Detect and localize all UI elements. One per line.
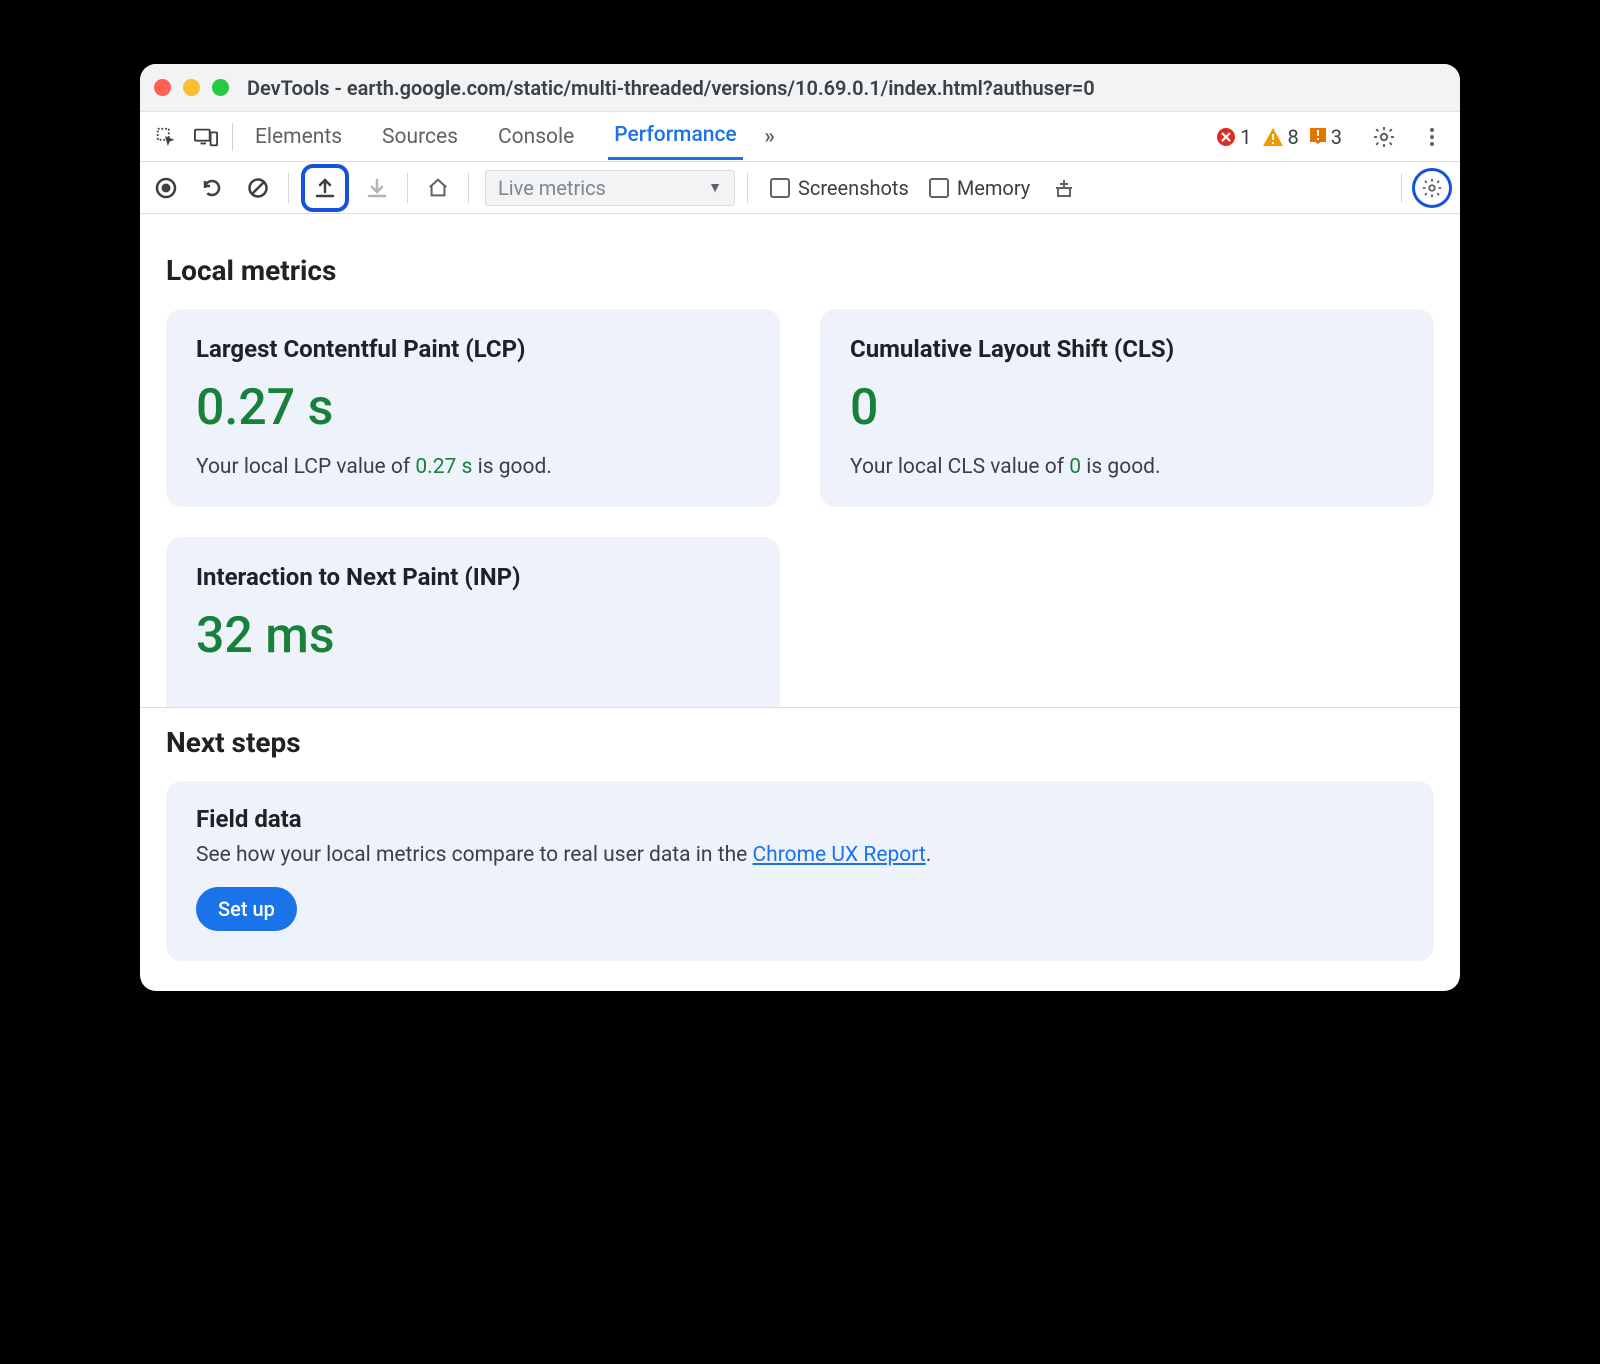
- highlighted-upload-button: [301, 164, 349, 212]
- field-data-card: Field data See how your local metrics co…: [166, 781, 1434, 961]
- tab-console[interactable]: Console: [492, 115, 580, 159]
- cls-card: Cumulative Layout Shift (CLS) 0 Your loc…: [820, 309, 1434, 507]
- window-fullscreen-button[interactable]: [212, 79, 229, 96]
- screenshots-label: Screenshots: [798, 176, 909, 200]
- panel-tabs-bar: Elements Sources Console Performance » 1…: [140, 112, 1460, 162]
- set-up-button[interactable]: Set up: [196, 887, 297, 931]
- divider: [1401, 173, 1402, 203]
- section-divider: [140, 707, 1460, 708]
- window-minimize-button[interactable]: [183, 79, 200, 96]
- issue-count: 3: [1331, 125, 1342, 149]
- titlebar: DevTools - earth.google.com/static/multi…: [140, 64, 1460, 112]
- screenshots-checkbox[interactable]: Screenshots: [770, 176, 909, 200]
- tab-sources[interactable]: Sources: [376, 115, 464, 159]
- inspect-element-icon[interactable]: [146, 117, 186, 157]
- cls-description: Your local CLS value of 0 is good.: [850, 455, 1404, 479]
- metrics-row-1: Largest Contentful Paint (LCP) 0.27 s Yo…: [166, 309, 1434, 507]
- settings-gear-icon[interactable]: [1364, 117, 1404, 157]
- field-data-description: See how your local metrics compare to re…: [196, 843, 1404, 867]
- performance-panel-content: Local metrics Largest Contentful Paint (…: [140, 214, 1460, 991]
- metrics-row-2: Interaction to Next Paint (INP) 32 ms: [166, 537, 1434, 707]
- device-toolbar-icon[interactable]: [186, 117, 226, 157]
- cls-title: Cumulative Layout Shift (CLS): [850, 335, 1404, 363]
- divider: [747, 173, 748, 203]
- lcp-card: Largest Contentful Paint (LCP) 0.27 s Yo…: [166, 309, 780, 507]
- lcp-description: Your local LCP value of 0.27 s is good.: [196, 455, 750, 479]
- home-icon[interactable]: [420, 170, 456, 206]
- collect-garbage-icon[interactable]: [1046, 170, 1082, 206]
- error-count: 1: [1240, 125, 1251, 149]
- divider: [468, 173, 469, 203]
- field-data-title: Field data: [196, 805, 1404, 833]
- tab-elements[interactable]: Elements: [249, 115, 348, 159]
- checkbox-icon: [929, 178, 949, 198]
- issue-flag-icon: [1309, 127, 1327, 147]
- warning-count: 8: [1288, 125, 1299, 149]
- window-close-button[interactable]: [154, 79, 171, 96]
- highlighted-settings-button: [1412, 168, 1452, 208]
- download-profile-button[interactable]: [359, 170, 395, 206]
- devtools-window: DevTools - earth.google.com/static/multi…: [140, 64, 1460, 991]
- performance-toolbar: Live metrics ▼ Screenshots Memory: [140, 162, 1460, 214]
- reload-record-button[interactable]: [194, 170, 230, 206]
- issues-summary[interactable]: 1 8 3: [1216, 125, 1348, 149]
- memory-label: Memory: [957, 176, 1030, 200]
- inp-title: Interaction to Next Paint (INP): [196, 563, 750, 591]
- more-tabs-button[interactable]: »: [753, 125, 789, 149]
- live-metrics-selector[interactable]: Live metrics ▼: [485, 170, 735, 206]
- checkbox-icon: [770, 178, 790, 198]
- cls-value: 0: [850, 379, 1404, 437]
- lcp-value: 0.27 s: [196, 379, 750, 437]
- upload-profile-button[interactable]: [307, 170, 343, 206]
- tab-performance[interactable]: Performance: [608, 113, 742, 160]
- divider: [407, 173, 408, 203]
- capture-settings-icon[interactable]: [1421, 177, 1443, 199]
- kebab-menu-icon[interactable]: [1412, 117, 1452, 157]
- tab-list: Elements Sources Console Performance: [249, 113, 743, 160]
- divider: [288, 173, 289, 203]
- inp-card: Interaction to Next Paint (INP) 32 ms: [166, 537, 780, 707]
- error-icon: [1216, 127, 1236, 147]
- chevron-down-icon: ▼: [708, 179, 722, 196]
- clear-button[interactable]: [240, 170, 276, 206]
- selector-label: Live metrics: [498, 176, 606, 200]
- chrome-ux-report-link[interactable]: Chrome UX Report: [753, 843, 926, 867]
- memory-checkbox[interactable]: Memory: [929, 176, 1030, 200]
- warning-icon: [1262, 127, 1284, 147]
- next-steps-heading: Next steps: [166, 726, 1434, 759]
- divider: [232, 123, 233, 151]
- record-button[interactable]: [148, 170, 184, 206]
- local-metrics-heading: Local metrics: [166, 254, 1434, 287]
- lcp-title: Largest Contentful Paint (LCP): [196, 335, 750, 363]
- window-title: DevTools - earth.google.com/static/multi…: [247, 76, 1095, 100]
- inp-value: 32 ms: [196, 607, 750, 665]
